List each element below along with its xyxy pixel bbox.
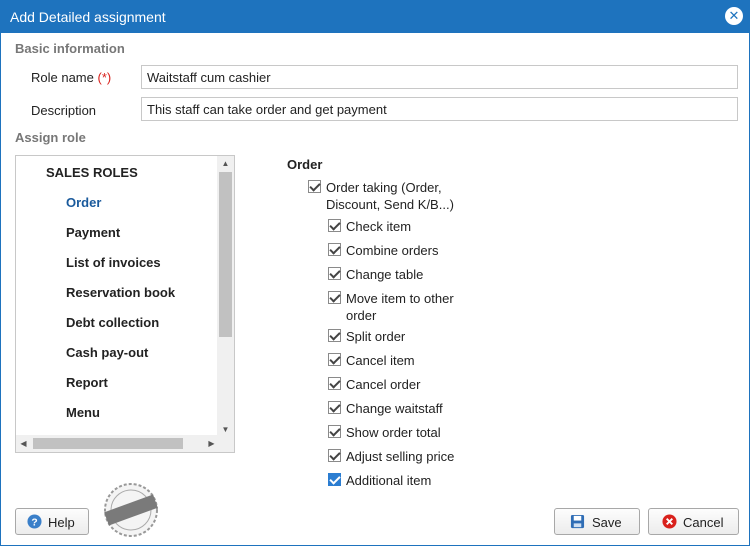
required-marker: (*) (97, 70, 112, 85)
role-list[interactable]: SALES ROLES Order Payment List of invoic… (15, 155, 235, 453)
role-item-payment[interactable]: Payment (66, 225, 120, 240)
permission-order-taking-label: Order taking (Order, Discount, Send K/B.… (326, 179, 454, 213)
permission-show-order-total-label: Show order total (346, 425, 441, 440)
permission-combine-orders-label: Combine orders (346, 243, 439, 258)
vertical-scroll-thumb[interactable] (219, 172, 232, 337)
checkbox-show-order-total[interactable] (328, 425, 341, 438)
permission-order-taking-line2: Discount, Send K/B...) (326, 197, 454, 212)
checkbox-cancel-order[interactable] (328, 377, 341, 390)
permission-check-item-label: Check item (346, 219, 412, 234)
checkbox-combine-orders[interactable] (328, 243, 341, 256)
dialog-title: Add Detailed assignment (10, 9, 166, 25)
cancel-button-label: Cancel (683, 515, 724, 530)
scroll-up-arrow-icon[interactable]: ▲ (217, 156, 234, 171)
role-item-report[interactable]: Report (66, 375, 108, 390)
scroll-left-arrow-icon[interactable]: ◀ (16, 435, 31, 452)
permission-split-order-label: Split order (346, 329, 406, 344)
checkbox-adjust-selling-price[interactable] (328, 449, 341, 462)
help-icon: ? (27, 514, 42, 529)
role-name-label: Role name (*) (31, 70, 111, 85)
role-item-cash-pay-out[interactable]: Cash pay-out (66, 345, 148, 360)
horizontal-scroll-thumb[interactable] (33, 438, 183, 449)
permission-adjust-selling-price-label: Adjust selling price (346, 449, 455, 464)
save-button-label: Save (592, 515, 622, 530)
role-item-reservation-book[interactable]: Reservation book (66, 285, 175, 300)
checkbox-change-waitstaff[interactable] (328, 401, 341, 414)
permission-cancel-item-label: Cancel item (346, 353, 415, 368)
save-icon (570, 514, 585, 529)
role-name-input[interactable] (141, 65, 738, 89)
sample-data-stamp (104, 483, 158, 537)
checkbox-split-order[interactable] (328, 329, 341, 342)
close-button[interactable]: ✕ (725, 7, 743, 25)
role-item-order[interactable]: Order (66, 195, 101, 210)
role-list-horizontal-scrollbar[interactable]: ◀ ▶ (16, 435, 234, 452)
close-icon: ✕ (728, 8, 740, 23)
checkbox-check-item[interactable] (328, 219, 341, 232)
permission-move-item-label: Move item to other order (346, 290, 454, 324)
description-input[interactable] (141, 97, 738, 121)
role-name-label-text: Role name (31, 70, 94, 85)
permission-move-item-line1: Move item to other (346, 291, 454, 306)
save-button[interactable]: Save (554, 508, 640, 535)
cancel-button[interactable]: Cancel (648, 508, 739, 535)
role-list-vertical-scrollbar[interactable]: ▲ ▼ (217, 156, 234, 437)
scroll-right-arrow-icon[interactable]: ▶ (204, 435, 219, 452)
svg-text:?: ? (31, 517, 37, 528)
help-button-label: Help (48, 515, 75, 530)
checkbox-additional-item[interactable] (328, 473, 341, 486)
role-item-debt-collection[interactable]: Debt collection (66, 315, 159, 330)
checkbox-change-table[interactable] (328, 267, 341, 280)
dialog-body: Basic information Role name (*) Descript… (0, 33, 750, 546)
checkbox-cancel-item[interactable] (328, 353, 341, 366)
assign-role-section-title: Assign role (15, 130, 86, 145)
role-item-menu[interactable]: Menu (66, 405, 100, 420)
role-header-sales[interactable]: SALES ROLES (46, 165, 138, 180)
permission-move-item-line2: order (346, 308, 377, 323)
help-button[interactable]: ? Help (15, 508, 89, 535)
dialog-titlebar: Add Detailed assignment ✕ (0, 0, 750, 33)
cancel-icon (662, 514, 677, 529)
description-label: Description (31, 103, 97, 118)
permission-cancel-order-label: Cancel order (346, 377, 421, 392)
permission-change-table-label: Change table (346, 267, 424, 282)
checkbox-order-taking[interactable] (308, 180, 321, 193)
permission-order-taking-line1: Order taking (Order, (326, 180, 442, 195)
role-item-list-of-invoices[interactable]: List of invoices (66, 255, 161, 270)
checkbox-move-item[interactable] (328, 291, 341, 304)
permission-group-title: Order (287, 157, 323, 172)
basic-info-section-title: Basic information (15, 41, 125, 56)
permission-change-waitstaff-label: Change waitstaff (346, 401, 443, 416)
permission-additional-item-label: Additional item (346, 473, 432, 488)
